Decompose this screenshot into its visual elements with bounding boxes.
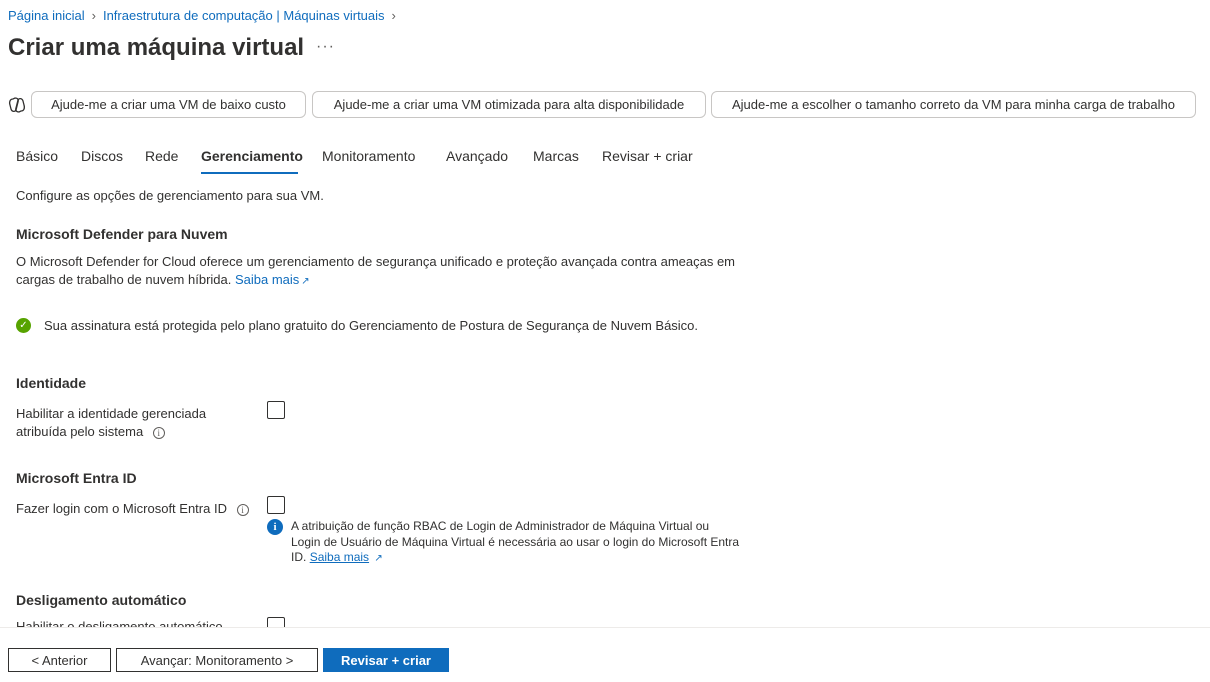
- tab-monitoramento[interactable]: Monitoramento: [322, 148, 446, 174]
- info-icon[interactable]: i: [152, 426, 165, 439]
- checkmark-circle-icon: ✓: [16, 318, 31, 333]
- breadcrumb: Página inicial › Infraestrutura de compu…: [8, 8, 403, 23]
- breadcrumb-vms-link[interactable]: Infraestrutura de computação | Máquinas …: [103, 8, 385, 23]
- defender-status-text: Sua assinatura está protegida pelo plano…: [44, 318, 699, 333]
- autoshutdown-heading: Desligamento automático: [16, 592, 187, 608]
- defender-learn-more-label: Saiba mais: [234, 272, 300, 287]
- entra-field-label: Fazer login com o Microsoft Entra ID i: [16, 500, 256, 518]
- review-create-button[interactable]: Revisar + criar: [323, 648, 449, 672]
- chevron-right-icon: ›: [391, 8, 396, 23]
- tab-discos[interactable]: Discos: [81, 148, 145, 174]
- next-monitoring-button[interactable]: Avançar: Monitoramento >: [116, 648, 318, 672]
- defender-text: O Microsoft Defender for Cloud oferece u…: [16, 254, 736, 287]
- entra-login-checkbox[interactable]: [267, 496, 285, 514]
- tab-avancado[interactable]: Avançado: [446, 148, 533, 174]
- defender-learn-more-link[interactable]: Saiba mais ↗: [235, 272, 310, 287]
- entra-info-text: A atribuição de função RBAC de Login de …: [291, 519, 741, 567]
- entra-info-message: i A atribuição de função RBAC de Login d…: [267, 519, 742, 567]
- more-options-button[interactable]: ···: [316, 38, 335, 56]
- tab-basico[interactable]: Básico: [16, 148, 81, 174]
- breadcrumb-home-link[interactable]: Página inicial: [8, 8, 85, 23]
- tab-bar: Básico Discos Rede Gerenciamento Monitor…: [16, 148, 702, 174]
- identity-field-label: Habilitar a identidade gerenciada atribu…: [16, 405, 226, 441]
- entra-learn-more-link[interactable]: Saiba mais: [310, 550, 369, 564]
- prompt-vm-size-button[interactable]: Ajude-me a escolher o tamanho correto da…: [711, 91, 1196, 118]
- managed-identity-checkbox[interactable]: [267, 401, 285, 419]
- copilot-icon: [8, 96, 26, 114]
- tab-rede[interactable]: Rede: [145, 148, 201, 174]
- info-filled-icon: i: [267, 519, 283, 535]
- defender-status: ✓ Sua assinatura está protegida pelo pla…: [16, 318, 698, 333]
- entra-heading: Microsoft Entra ID: [16, 470, 137, 486]
- prompt-low-cost-vm-button[interactable]: Ajude-me a criar uma VM de baixo custo: [31, 91, 306, 118]
- intro-text: Configure as opções de gerenciamento par…: [16, 188, 324, 203]
- chevron-right-icon: ›: [91, 8, 96, 23]
- page-title: Criar uma máquina virtual: [8, 34, 305, 61]
- tab-marcas[interactable]: Marcas: [533, 148, 602, 174]
- entra-label-text: Fazer login com o Microsoft Entra ID: [16, 501, 227, 516]
- defender-heading: Microsoft Defender para Nuvem: [16, 226, 228, 242]
- info-icon[interactable]: i: [236, 503, 249, 516]
- identity-label-text: Habilitar a identidade gerenciada atribu…: [16, 406, 207, 439]
- defender-description: O Microsoft Defender for Cloud oferece u…: [16, 253, 741, 291]
- external-link-icon: ↗: [301, 276, 310, 287]
- external-link-icon: ↗: [374, 553, 383, 564]
- footer-bar: < Anterior Avançar: Monitoramento > Revi…: [0, 627, 1210, 682]
- tab-gerenciamento[interactable]: Gerenciamento: [201, 148, 303, 174]
- prompt-high-availability-vm-button[interactable]: Ajude-me a criar uma VM otimizada para a…: [312, 91, 706, 118]
- identity-heading: Identidade: [16, 375, 87, 391]
- tab-revisar-criar[interactable]: Revisar + criar: [602, 148, 702, 174]
- previous-button[interactable]: < Anterior: [8, 648, 111, 672]
